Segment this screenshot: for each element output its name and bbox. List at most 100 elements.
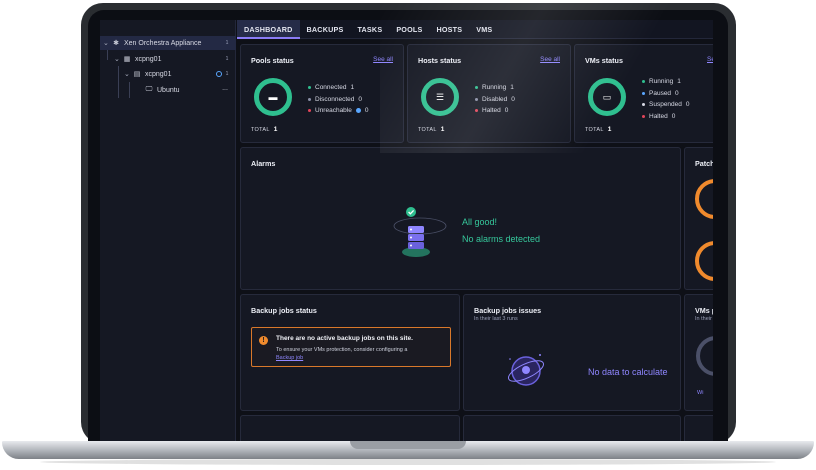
vms-legend: Running 1 Paused 0 Suspended 0 Halted 0 bbox=[642, 76, 690, 122]
tab-backups[interactable]: BACKUPS bbox=[300, 20, 351, 39]
tree-item-label: Xen Orchestra Appliance bbox=[124, 39, 202, 47]
tree-item-label: xcpng01 bbox=[135, 55, 162, 63]
patches-card: Patch bbox=[684, 147, 713, 290]
status-dot bbox=[308, 97, 311, 101]
legend-label: Running bbox=[649, 78, 674, 86]
total-label: TOTAL bbox=[251, 127, 270, 133]
chevron-down-icon[interactable]: ⌄ bbox=[103, 39, 111, 47]
tree-item-pool[interactable]: ⌄ ▦ xcpng01 1 bbox=[100, 52, 236, 66]
sidebar: ⌄ ✱ Xen Orchestra Appliance 1 ⌄ ▦ xcpng0… bbox=[100, 20, 236, 441]
protection-donut-chart bbox=[696, 336, 713, 376]
backup-job-link[interactable]: Backup job bbox=[276, 355, 303, 361]
see-all-link[interactable]: See all bbox=[540, 56, 560, 63]
vm-icon: ▭ bbox=[602, 92, 612, 102]
card-title: VMs p bbox=[695, 306, 713, 315]
no-data-illustration bbox=[508, 354, 544, 386]
status-dot bbox=[475, 86, 478, 90]
legend-value: 1 bbox=[510, 84, 514, 92]
card-title: Backup jobs issues bbox=[474, 306, 542, 315]
total-label: TOTAL bbox=[585, 127, 604, 133]
card-title: Pools status bbox=[251, 56, 294, 65]
chevron-down-icon[interactable]: ⌄ bbox=[114, 55, 122, 63]
total-label: TOTAL bbox=[418, 127, 437, 133]
pools-legend: Connected 1 Disconnected 0 Unreachable 0 bbox=[308, 82, 368, 117]
legend-value: 1 bbox=[350, 84, 355, 92]
app-screen: ⌄ ✱ Xen Orchestra Appliance 1 ⌄ ▦ xcpng0… bbox=[100, 20, 713, 441]
legend-value: 0 bbox=[504, 107, 509, 115]
legend-item: Halted 0 bbox=[642, 111, 690, 123]
tree-item-vm[interactable]: 🖵 Ubuntu ... bbox=[100, 83, 236, 97]
see-all-link[interactable]: See all bbox=[373, 56, 393, 63]
tree-item-label: xcpng01 bbox=[145, 70, 172, 78]
total-value: 1 bbox=[440, 126, 445, 133]
legend-label: Halted bbox=[482, 107, 501, 115]
laptop-notch bbox=[350, 441, 466, 449]
hosts-status-card: Hosts status See all ☰ Running 1 Disable… bbox=[407, 44, 571, 143]
server-ok-illustration bbox=[393, 207, 447, 257]
warning-icon: ! bbox=[259, 336, 268, 345]
legend-item: Suspended 0 bbox=[642, 99, 690, 111]
card-title: Backup jobs status bbox=[251, 306, 317, 315]
legend-item: Paused 0 bbox=[642, 88, 690, 100]
legend-item: Running 1 bbox=[475, 82, 515, 94]
status-dot bbox=[308, 109, 311, 113]
laptop-shadow bbox=[40, 459, 776, 465]
legend-value: 1 bbox=[677, 78, 681, 86]
pools-total: TOTAL 1 bbox=[251, 126, 278, 133]
pool-icon: ▬ bbox=[268, 92, 278, 102]
notice-body: To ensure your VMs protection, consider … bbox=[276, 346, 446, 362]
total-value: 1 bbox=[273, 126, 278, 133]
hosts-donut-chart: ☰ bbox=[421, 78, 459, 116]
status-dot bbox=[642, 91, 645, 95]
no-data-text: No data to calculate bbox=[588, 367, 668, 377]
legend-label: Wi bbox=[697, 390, 704, 396]
card-title: Patch bbox=[695, 159, 713, 168]
tab-hosts[interactable]: HOSTS bbox=[429, 20, 469, 39]
count-badge: 1 bbox=[225, 70, 229, 77]
tree-item-host[interactable]: ⌄ ▤ xcpng01 1 bbox=[100, 67, 236, 81]
legend-item: Connected 1 bbox=[308, 82, 368, 94]
alarms-card: Alarms All good! No alarms detected bbox=[240, 147, 681, 290]
host-icon: ☰ bbox=[435, 92, 445, 102]
notice-title: There are no active backup jobs on this … bbox=[276, 335, 413, 342]
tab-pools[interactable]: POOLS bbox=[389, 20, 429, 39]
patches-donut-chart bbox=[695, 241, 713, 281]
legend-value: 0 bbox=[671, 112, 676, 120]
top-nav: DASHBOARD BACKUPS TASKS POOLS HOSTS VMS bbox=[237, 20, 713, 39]
hosts-legend: Running 1 Disabled 0 Halted 0 bbox=[475, 82, 515, 117]
legend-item: Disabled 0 bbox=[475, 94, 515, 106]
no-alarms-text: No alarms detected bbox=[462, 234, 541, 244]
xo-logo-icon: ✱ bbox=[113, 40, 119, 47]
pools-status-card: Pools status See all ▬ Connected 1 Disco… bbox=[240, 44, 404, 143]
status-dot bbox=[475, 97, 478, 101]
card-title: Alarms bbox=[251, 159, 276, 168]
chevron-down-icon[interactable]: ⌄ bbox=[124, 70, 132, 78]
tree-item-xo-appliance[interactable]: ⌄ ✱ Xen Orchestra Appliance 1 bbox=[100, 36, 236, 50]
pool-icon: ▦ bbox=[123, 56, 131, 63]
legend-item: Running 1 bbox=[642, 76, 690, 88]
count-badge: 1 bbox=[225, 39, 229, 46]
dashboard-card bbox=[463, 415, 681, 441]
host-icon: ▤ bbox=[133, 71, 141, 78]
legend-label: Halted bbox=[649, 112, 668, 120]
tab-dashboard[interactable]: DASHBOARD bbox=[237, 20, 300, 39]
notice-text: To ensure your VMs protection, consider … bbox=[276, 347, 408, 353]
tab-vms[interactable]: VMS bbox=[469, 20, 499, 39]
dashboard-card bbox=[684, 415, 713, 441]
status-dot bbox=[475, 109, 478, 113]
card-title: Hosts status bbox=[418, 56, 462, 65]
legend-value: 0 bbox=[358, 95, 363, 103]
hosts-total: TOTAL 1 bbox=[418, 126, 445, 133]
card-subtitle: In their last 3 runs bbox=[474, 316, 518, 322]
legend-label: Running bbox=[482, 84, 507, 92]
legend-label: Disconnected bbox=[315, 95, 355, 103]
see-all-link[interactable]: Se bbox=[707, 56, 713, 63]
legend-item: Halted 0 bbox=[475, 105, 515, 117]
more-icon[interactable]: ... bbox=[220, 85, 230, 92]
legend-label: Unreachable bbox=[315, 107, 352, 115]
master-host-icon bbox=[216, 71, 222, 77]
legend-value: 0 bbox=[685, 101, 690, 109]
tree-item-label: Ubuntu bbox=[157, 86, 180, 94]
legend-label: Disabled bbox=[482, 95, 508, 103]
tab-tasks[interactable]: TASKS bbox=[350, 20, 389, 39]
